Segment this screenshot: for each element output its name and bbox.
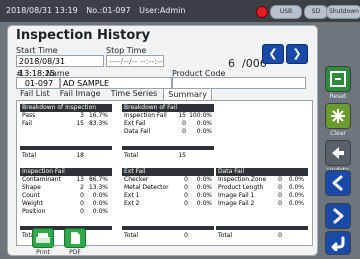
table-row: Checker 0 0.0% <box>124 176 212 183</box>
reset-icon <box>330 71 346 87</box>
table-row: Image Fail 1 0 0.0% <box>218 192 304 199</box>
breakdown-inspection-title: Breakdown of Inspection <box>20 104 112 112</box>
divider <box>122 146 214 150</box>
table-row: Ext 2 0 0.0% <box>124 200 212 207</box>
divider <box>216 226 308 230</box>
table-row: Inspection Zone 0 0.0% <box>218 176 304 183</box>
pdf-button[interactable]: PDF <box>64 228 86 256</box>
arrow-left-icon: ❮ <box>268 47 278 60</box>
table-row: Inspection Fail 15 100.0% <box>124 112 212 119</box>
start-time-field[interactable]: 2018/08/31 13:18:25 <box>16 55 104 78</box>
shutdown-button[interactable]: Shutdown <box>326 5 360 19</box>
total-row: Total 0 <box>124 232 188 239</box>
table-row: Ext Fail 0 0.0% <box>124 120 212 127</box>
table-row: Shape 2 13.3% <box>22 184 108 191</box>
back-button[interactable] <box>325 170 351 196</box>
prev-record-button[interactable]: ❮ <box>262 44 284 64</box>
update-icon <box>332 147 344 159</box>
table-row: Contaminant 13 86.7% <box>22 176 108 183</box>
table-row: Count 0 0.0% <box>22 192 108 199</box>
arrow-right-icon <box>333 208 344 224</box>
sd-status: SD <box>304 5 328 19</box>
table-row: Pass 3 16.7% <box>22 112 108 119</box>
tab-time-series[interactable]: Time Series <box>107 88 162 100</box>
return-button[interactable] <box>325 231 351 255</box>
table-row: Ext 1 0 0.0% <box>124 192 212 199</box>
tab-bar: Fail List Fail Image Time Series Summary <box>16 88 212 101</box>
clear-button[interactable]: Clear <box>325 103 351 137</box>
forward-button[interactable] <box>325 203 351 229</box>
breakdown-fail-table: Breakdown of Fail Inspection Fail 15 100… <box>122 104 214 160</box>
stop-time-label: Stop Time <box>106 46 147 55</box>
clear-icon <box>331 109 345 123</box>
update-button[interactable]: Update <box>325 140 351 174</box>
status-datetime: 2018/08/31 13:19 <box>6 6 78 15</box>
usb-status: USB <box>270 5 302 19</box>
status-bar: 2018/08/31 13:19 No.:01-097 User:Admin U… <box>0 0 360 22</box>
table-row: Data Fail 0 0.0% <box>124 128 212 135</box>
table-row: Product Length 0 0.0% <box>218 184 304 191</box>
ext-fail-title: Ext Fail <box>122 168 214 176</box>
total-row: Total 15 <box>124 152 186 159</box>
divider <box>20 146 112 150</box>
print-button[interactable]: Print <box>32 228 54 256</box>
inspection-history-panel: Inspection History Start Time Stop Time … <box>7 25 318 256</box>
divider <box>122 226 214 230</box>
next-record-button[interactable]: ❯ <box>286 44 308 64</box>
status-user: User:Admin <box>139 6 186 15</box>
table-row: Fail 15 83.3% <box>22 120 108 127</box>
table-row: Weight 0 0.0% <box>22 200 108 207</box>
stop-time-field[interactable]: ----/--/-- --:--:-- <box>106 55 164 67</box>
arrow-left-icon <box>332 175 343 191</box>
table-row: Position 0 0.0% <box>22 208 108 215</box>
arrow-right-icon: ❯ <box>292 47 302 60</box>
total-row: Total 18 <box>22 152 84 159</box>
table-row: Image Fail 2 0 0.0% <box>218 200 304 207</box>
data-fail-title: Data Fail <box>216 168 308 176</box>
total-row: Total 0 <box>218 232 282 239</box>
status-no: No.:01-097 <box>86 6 131 15</box>
inspection-fail-title: Inspection Fail <box>20 168 112 176</box>
breakdown-inspection-table: Breakdown of Inspection Pass 3 16.7% Fai… <box>20 104 112 160</box>
data-fail-table: Data Fail Inspection Zone 0 0.0% Product… <box>216 168 308 240</box>
ext-fail-table: Ext Fail Checker 0 0.0% Metal Detector 0… <box>122 168 214 240</box>
breakdown-fail-title: Breakdown of Fail <box>122 104 214 112</box>
tab-fail-list[interactable]: Fail List <box>16 88 54 100</box>
record-index: 6 <box>228 57 235 70</box>
page-title: Inspection History <box>16 28 151 43</box>
printer-icon <box>36 233 50 243</box>
reset-button[interactable]: Reset <box>325 66 351 100</box>
table-row: Metal Detector 0 0.0% <box>124 184 212 191</box>
start-time-label: Start Time <box>16 46 58 55</box>
tab-fail-image[interactable]: Fail Image <box>56 88 105 100</box>
alarm-indicator-icon <box>256 6 268 18</box>
return-icon <box>331 236 345 251</box>
pdf-icon <box>71 232 80 244</box>
